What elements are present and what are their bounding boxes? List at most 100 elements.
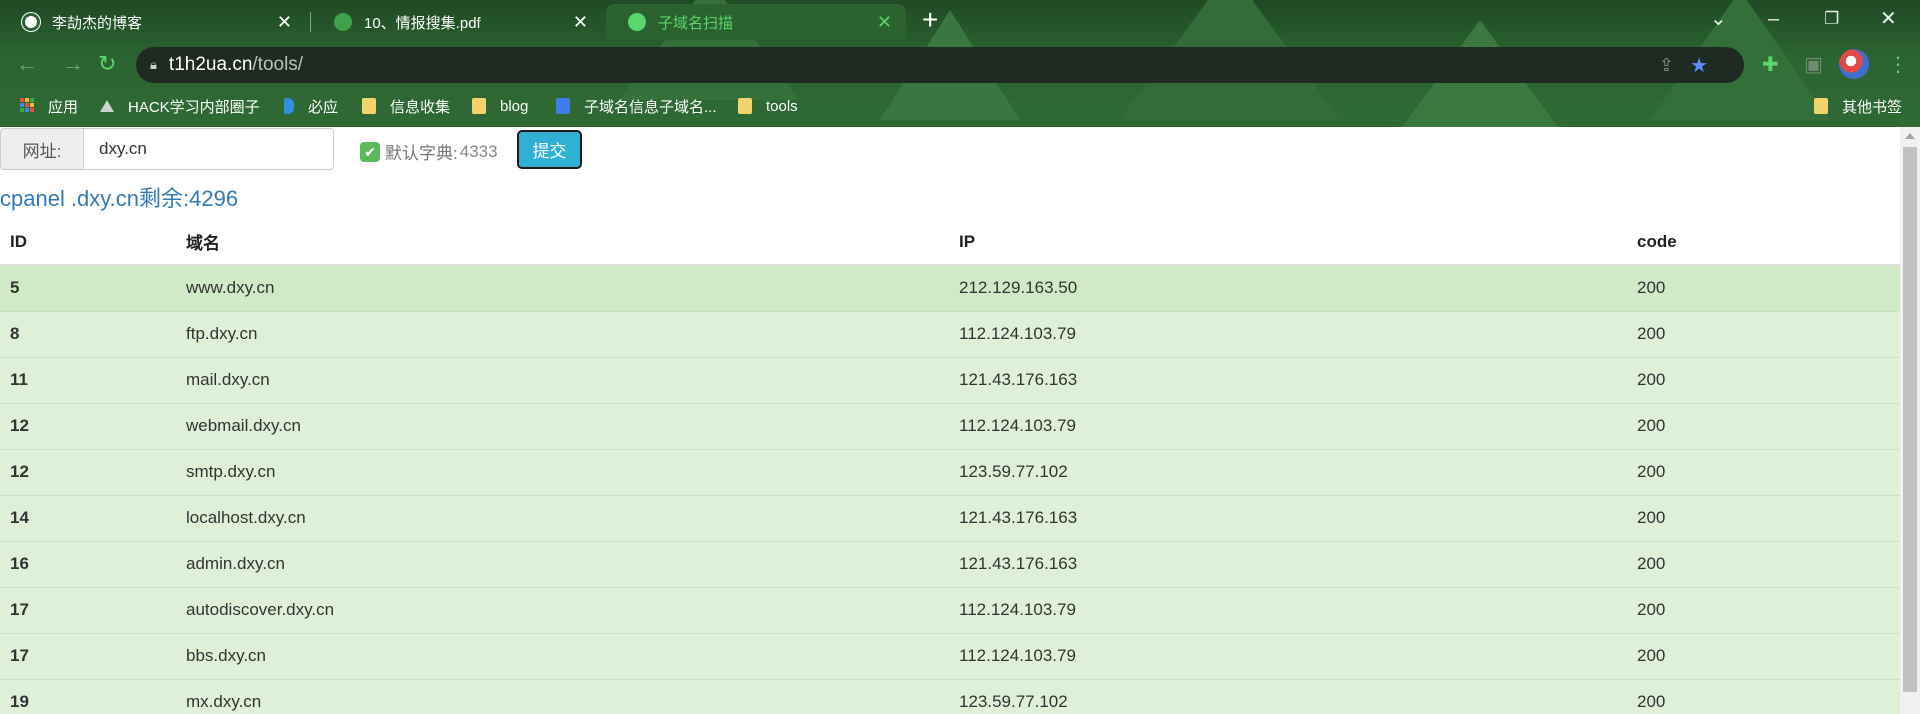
cell-id: 17 — [0, 586, 176, 633]
bookmark-label: 信息收集 — [390, 98, 451, 116]
cell-ip: 121.43.176.163 — [949, 540, 1627, 587]
cell-ip: 123.59.77.102 — [949, 448, 1627, 495]
cell-id: 14 — [0, 494, 176, 541]
page-content: 网址: ✔ 默认字典: 4333 提交 cpanel .dxy.cn剩余:429… — [0, 127, 1900, 714]
table-row: 17 autodiscover.dxy.cn 112.124.103.79 20… — [0, 586, 1900, 633]
doc-icon — [556, 98, 570, 114]
bookmark-label: tools — [766, 97, 798, 115]
bookmark-folder-info[interactable]: 信息收集 — [362, 92, 450, 120]
scrollbar-thumb[interactable] — [1903, 147, 1917, 692]
cell-id: 17 — [0, 632, 176, 679]
new-tab-button[interactable]: + — [922, 4, 938, 36]
table-row: 11 mail.dxy.cn 121.43.176.163 200 — [0, 356, 1900, 403]
share-icon[interactable]: ⇪ — [1659, 55, 1674, 76]
cell-domain: ftp.dxy.cn — [176, 310, 949, 357]
tab-blog[interactable]: 李劼杰的博客 ✕ — [0, 4, 306, 40]
bookmark-label: 子域名信息子域名... — [584, 98, 717, 116]
tab-search-icon[interactable]: ⌄ — [1710, 4, 1727, 34]
cell-code: 200 — [1627, 310, 1900, 357]
cell-id: 19 — [0, 678, 176, 714]
cell-domain: mail.dxy.cn — [176, 356, 949, 403]
cell-ip: 112.124.103.79 — [949, 402, 1627, 449]
tab-strip: 李劼杰的博客 ✕ 10、情报搜集.pdf ✕ 子域名扫描 ✕ + ⌄ – ❐ ✕ — [0, 0, 1920, 40]
table-row: 8 ftp.dxy.cn 112.124.103.79 200 — [0, 310, 1900, 357]
bookmark-apps[interactable]: 应用 — [20, 92, 78, 120]
browser-chrome: 李劼杰的博客 ✕ 10、情报搜集.pdf ✕ 子域名扫描 ✕ + ⌄ – ❐ ✕… — [0, 0, 1920, 127]
cell-ip: 123.59.77.102 — [949, 678, 1627, 714]
url-input[interactable] — [83, 128, 334, 170]
bookmark-subdomain-doc[interactable]: 子域名信息子域名... — [556, 92, 717, 120]
tab-label: 10、情报搜集.pdf — [364, 14, 481, 32]
lock-icon: 🔒︎ — [150, 57, 157, 72]
bookmark-label: 应用 — [48, 98, 79, 116]
cell-code: 200 — [1627, 678, 1900, 714]
cell-domain: smtp.dxy.cn — [176, 448, 949, 495]
folder-icon — [738, 98, 752, 114]
bookmark-label: 必应 — [308, 98, 339, 116]
url-label: 网址: — [0, 128, 84, 170]
close-icon[interactable]: ✕ — [877, 12, 892, 33]
cell-ip: 112.124.103.79 — [949, 310, 1627, 357]
tab-label: 李劼杰的博客 — [52, 14, 143, 32]
address-bar[interactable]: 🔒︎ t1h2ua.cn/tools/ ⇪ ★ — [136, 47, 1744, 83]
bookmark-hack[interactable]: HACK学习内部圈子 — [100, 92, 260, 120]
extensions-puzzle-icon[interactable]: ✚ — [1762, 52, 1779, 78]
globe-icon — [628, 13, 646, 31]
table-row: 12 smtp.dxy.cn 123.59.77.102 200 — [0, 448, 1900, 495]
reading-list-icon[interactable]: ▣ — [1804, 52, 1823, 78]
cell-ip: 121.43.176.163 — [949, 356, 1627, 403]
reload-icon[interactable]: ↻ — [98, 50, 116, 78]
table-row: 14 localhost.dxy.cn 121.43.176.163 200 — [0, 494, 1900, 541]
bookmark-folder-blog[interactable]: blog — [472, 92, 528, 120]
cell-code: 200 — [1627, 356, 1900, 403]
dict-label: 默认字典: — [385, 144, 458, 163]
browser-toolbar: ← → ↻ 🔒︎ t1h2ua.cn/tools/ ⇪ ★ ✚ ▣ ⋮ — [0, 44, 1920, 86]
cell-domain: localhost.dxy.cn — [176, 494, 949, 541]
table-row: 16 admin.dxy.cn 121.43.176.163 200 — [0, 540, 1900, 587]
bookmark-bing[interactable]: 必应 — [284, 92, 338, 120]
page-scrollbar[interactable] — [1900, 127, 1920, 714]
scroll-up-arrow-icon[interactable] — [1905, 133, 1915, 139]
bookmark-label: blog — [500, 97, 529, 115]
dict-count: 4333 — [459, 141, 498, 161]
cell-domain: bbs.dxy.cn — [176, 632, 949, 679]
globe-icon — [334, 13, 352, 31]
table-row: 19 mx.dxy.cn 123.59.77.102 200 — [0, 678, 1900, 714]
submit-button[interactable]: 提交 — [517, 130, 582, 169]
tab-pdf[interactable]: 10、情报搜集.pdf ✕ — [312, 4, 602, 40]
folder-icon — [472, 98, 486, 114]
col-header-id: ID — [0, 219, 176, 266]
forward-icon[interactable]: → — [62, 50, 84, 78]
minimize-icon[interactable]: – — [1768, 4, 1779, 34]
cell-id: 12 — [0, 402, 176, 449]
close-icon[interactable]: ✕ — [573, 12, 588, 33]
bookmark-folder-tools[interactable]: tools — [738, 92, 798, 120]
close-window-icon[interactable]: ✕ — [1880, 4, 1897, 34]
folder-icon — [362, 98, 376, 114]
default-dict-option[interactable]: ✔ 默认字典: 4333 — [360, 139, 498, 164]
cell-id: 12 — [0, 448, 176, 495]
cell-id: 11 — [0, 356, 176, 403]
folder-icon — [1814, 98, 1828, 114]
bookmark-other[interactable]: 其他书签 — [1814, 92, 1902, 120]
col-header-code: code — [1627, 219, 1900, 266]
restore-icon[interactable]: ❐ — [1824, 4, 1839, 34]
tab-subdomain-scan[interactable]: 子域名扫描 ✕ — [606, 4, 906, 40]
menu-kebab-icon[interactable]: ⋮ — [1888, 52, 1908, 78]
checkbox-checked-icon[interactable]: ✔ — [360, 141, 380, 162]
tab-label: 子域名扫描 — [658, 14, 734, 32]
cell-ip: 121.43.176.163 — [949, 494, 1627, 541]
cell-code: 200 — [1627, 540, 1900, 587]
bookmark-star-icon[interactable]: ★ — [1690, 53, 1708, 78]
cell-domain: admin.dxy.cn — [176, 540, 949, 587]
profile-avatar[interactable] — [1839, 49, 1869, 79]
table-row: 17 bbs.dxy.cn 112.124.103.79 200 — [0, 632, 1900, 679]
bookmark-label: HACK学习内部圈子 — [128, 98, 260, 116]
bookmark-label: 其他书签 — [1842, 98, 1903, 116]
cell-domain: webmail.dxy.cn — [176, 402, 949, 449]
results-table: ID 域名 IP code 5 www.dxy.cn 212.129.163.5… — [0, 219, 1900, 714]
cell-id: 5 — [0, 264, 176, 311]
cell-domain: autodiscover.dxy.cn — [176, 586, 949, 633]
close-icon[interactable]: ✕ — [277, 12, 292, 33]
back-icon[interactable]: ← — [16, 50, 38, 78]
